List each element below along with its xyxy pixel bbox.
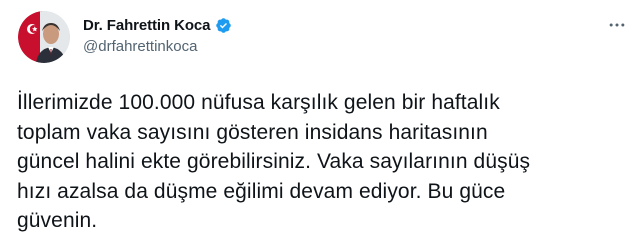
tweet-text: İllerimizde 100.000 nüfusa karşılık gele… — [17, 91, 531, 232]
author-handle[interactable]: @drfahrettinkoca — [83, 38, 197, 55]
author-name-row: Dr. Fahrettin Koca — [83, 15, 232, 35]
tweet-card: Dr. Fahrettin Koca @drfahrettinkoca İlle… — [0, 0, 640, 247]
verified-badge-icon — [215, 17, 232, 34]
more-options-icon[interactable] — [606, 14, 628, 36]
profile-avatar-icon — [18, 11, 70, 63]
author-display-name[interactable]: Dr. Fahrettin Koca — [83, 17, 211, 34]
avatar[interactable] — [18, 11, 70, 63]
